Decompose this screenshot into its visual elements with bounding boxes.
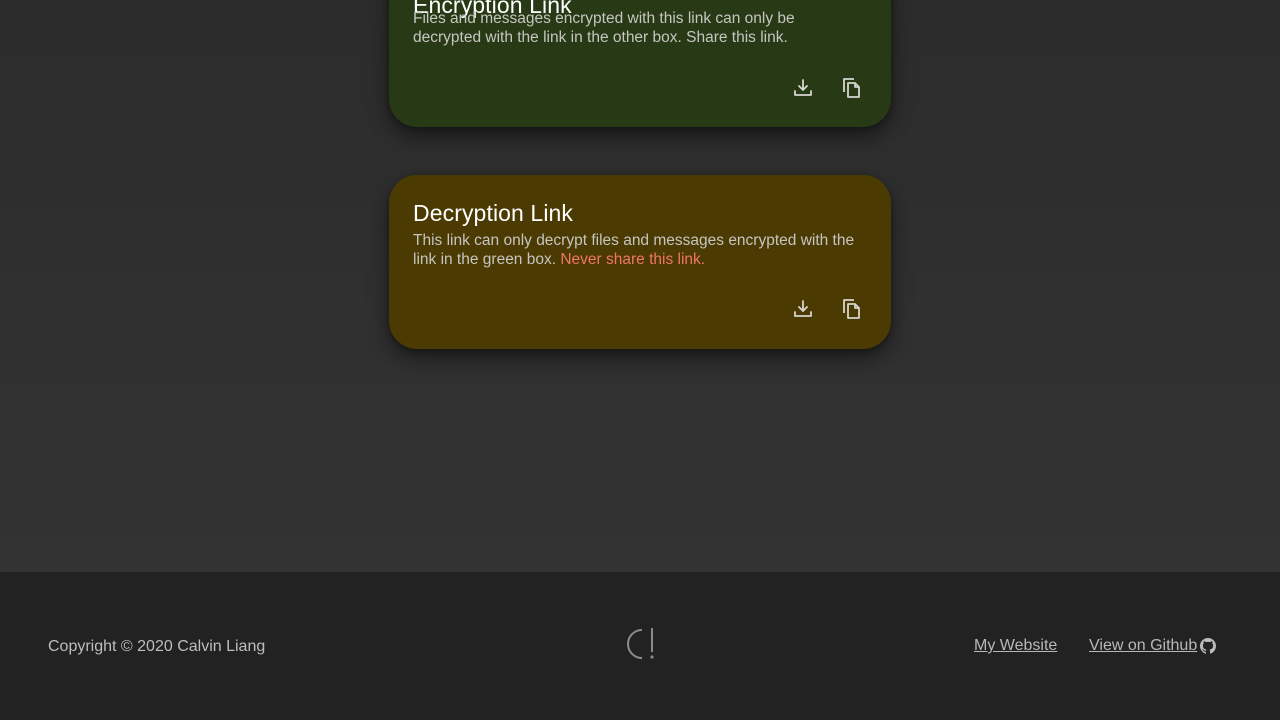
copyright-text: Copyright © 2020 Calvin Liang [48, 638, 266, 655]
never-share-warning: Never share this link. [560, 251, 706, 268]
download-icon [794, 300, 812, 317]
encryption-copy-button[interactable] [833, 70, 869, 106]
my-website-link[interactable]: My Website [974, 637, 1057, 655]
copy-icon [843, 78, 860, 98]
app-logo-icon [627, 628, 654, 659]
main-content: Encryption Link Files and messages encry… [0, 0, 1280, 572]
github-icon [1200, 638, 1217, 654]
github-link-label: View on Github [1089, 637, 1198, 654]
github-link[interactable]: View on Github [1089, 637, 1217, 655]
decryption-download-button[interactable] [785, 291, 821, 327]
decryption-card-title: Decryption Link [413, 200, 574, 226]
copy-icon [843, 299, 860, 319]
decryption-card-description: This link can only decrypt files and mes… [413, 231, 863, 269]
encryption-card-description: Files and messages encrypted with this l… [413, 10, 795, 46]
download-icon [794, 79, 812, 96]
encryption-link-card: Encryption Link Files and messages encry… [389, 0, 891, 127]
decryption-link-card: Decryption Link This link can only decry… [389, 175, 891, 349]
footer: Copyright © 2020 Calvin Liang My Website… [0, 572, 1280, 720]
decryption-copy-button[interactable] [833, 291, 869, 327]
encryption-download-button[interactable] [785, 70, 821, 106]
